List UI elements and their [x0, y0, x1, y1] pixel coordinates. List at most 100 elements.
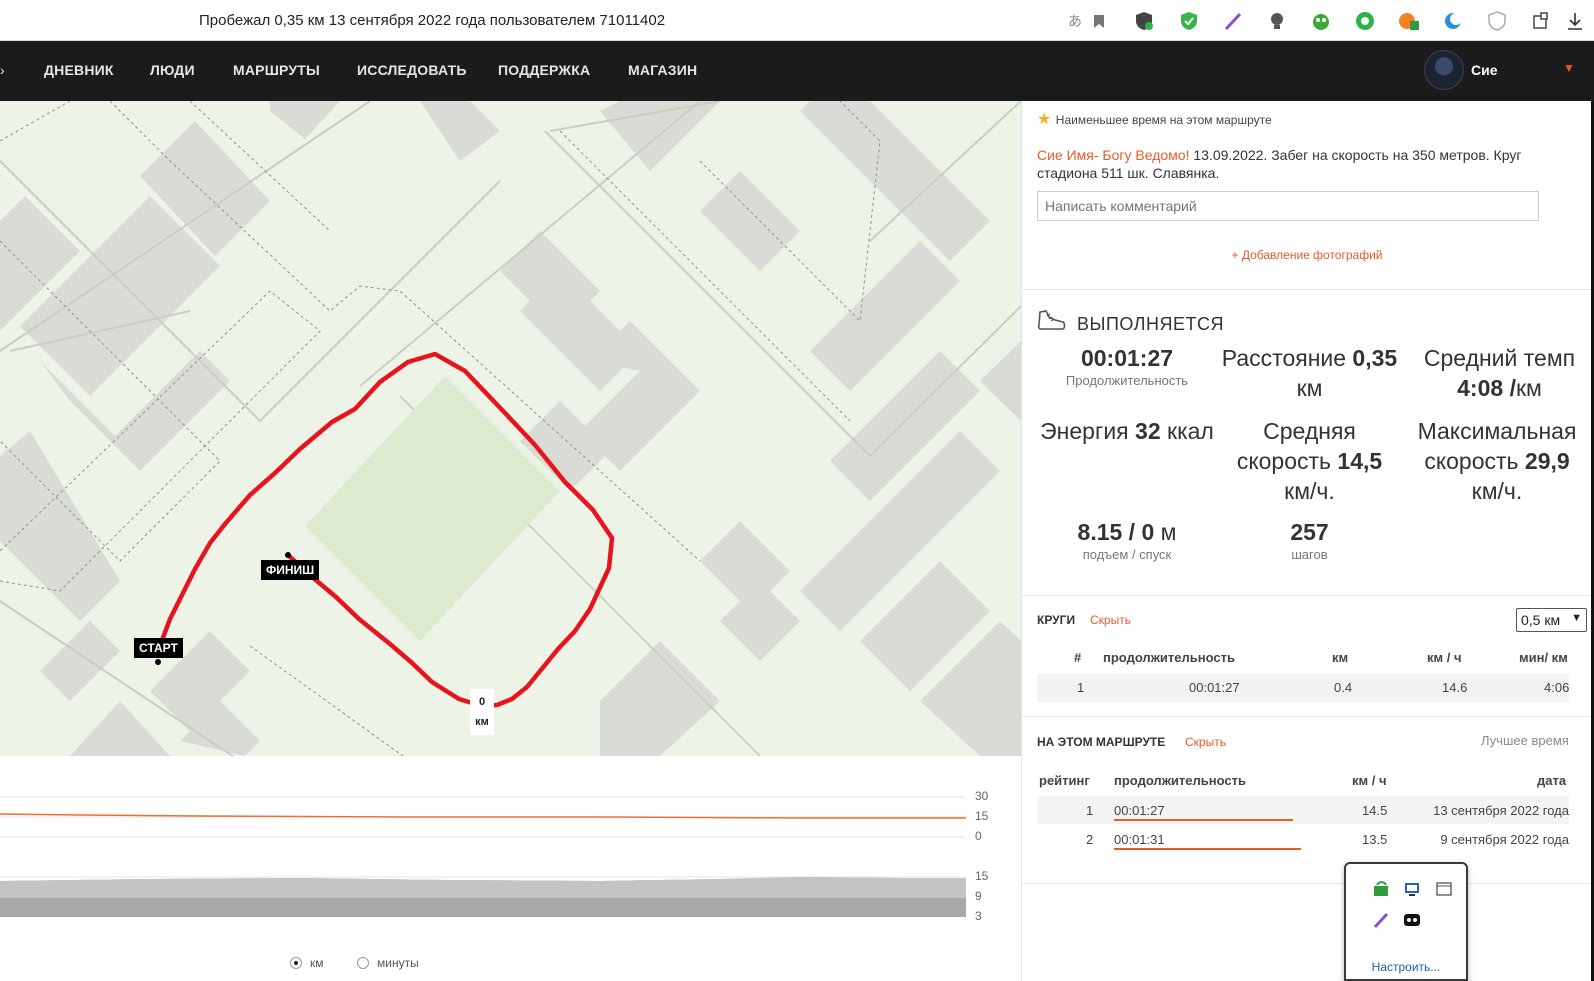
route-row-duration[interactable]: 00:01:27	[1114, 803, 1165, 818]
chevron-down-icon: ▼	[1571, 612, 1582, 624]
tray-window-icon[interactable]	[1434, 879, 1454, 899]
nav-item-shop[interactable]: МАГАЗИН	[628, 62, 697, 78]
stat-elevation: 8.15 / 0 м подъем / спуск	[1037, 517, 1217, 563]
distance-value: 0,35	[1352, 345, 1398, 371]
bulb-icon[interactable]	[1266, 10, 1288, 32]
shoe-icon	[1037, 310, 1066, 330]
translate-icon[interactable]: あ	[1064, 10, 1086, 32]
max-speed-prefix: скорость	[1424, 448, 1525, 474]
finish-pin	[285, 552, 291, 558]
laps-row	[1037, 674, 1569, 702]
route-col-duration: продолжительность	[1114, 773, 1246, 788]
star-icon: ★	[1037, 111, 1052, 128]
stat-avg-pace: Средний темп 4:08 /км	[1407, 343, 1592, 403]
route-map[interactable]: ФИНИШ СТАРТ 0 км	[0, 101, 1021, 756]
x-mode-km[interactable]: км	[290, 956, 324, 970]
elev-axis-15: 15	[975, 869, 989, 883]
tray-refresh-icon[interactable]	[1371, 879, 1391, 899]
site-nav: › ДНЕВНИК ЛЮДИ МАРШРУТЫ ИССЛЕДОВАТЬ ПОДД…	[0, 41, 1594, 101]
divider	[1022, 595, 1592, 596]
start-pin	[155, 659, 161, 665]
avatar[interactable]	[1424, 50, 1464, 90]
km-marker-unit: км	[475, 716, 489, 728]
radio-minutes-label: минуты	[377, 956, 419, 970]
tray-gamepad-icon[interactable]	[1402, 910, 1422, 930]
laps-interval-select[interactable]: 0,5 км ▼	[1516, 608, 1587, 632]
laps-interval-value: 0,5 км	[1521, 612, 1561, 628]
frog-icon[interactable]	[1310, 10, 1332, 32]
route-row-bar	[1114, 819, 1293, 821]
nav-item-people[interactable]: ЛЮДИ	[150, 62, 195, 78]
energy-unit: ккал	[1160, 418, 1214, 444]
user-link[interactable]: Сие Имя- Богу Ведомо!	[1037, 147, 1189, 163]
route-col-rank: рейтинг	[1039, 773, 1090, 788]
speed-axis-15: 15	[975, 809, 989, 823]
duration-label: Продолжительность	[1065, 373, 1189, 388]
laps-col-duration: продолжительность	[1103, 650, 1235, 665]
route-row-duration[interactable]: 00:01:31	[1114, 832, 1165, 847]
avg-pace-unit: км	[1515, 375, 1542, 401]
finish-marker[interactable]: ФИНИШ	[261, 560, 320, 580]
page: Пробежал 0,35 км 13 сентября 2022 года п…	[0, 0, 1594, 981]
shield-check-icon[interactable]	[1133, 10, 1155, 32]
stat-steps: 257 шагов	[1217, 517, 1402, 563]
route-title: НА ЭТОМ МАРШРУТЕ	[1037, 735, 1166, 749]
download-icon[interactable]	[1564, 10, 1586, 32]
best-time-note: ★ Наименьшее время на этом маршруте	[1037, 109, 1272, 129]
tray-popup: Настроить...	[1344, 862, 1468, 981]
route-row-date: 13 сентября 2022 года	[1433, 803, 1569, 818]
laps-col-pace: мин/ км	[1519, 650, 1568, 665]
user-menu-caret[interactable]: ▼	[1563, 61, 1575, 75]
gray-shield-icon[interactable]	[1486, 10, 1508, 32]
radio-km[interactable]	[290, 957, 302, 969]
max-speed-line1: Максимальная	[1417, 418, 1577, 444]
divider	[1022, 716, 1592, 717]
elev-axis-3: 3	[975, 909, 982, 923]
green-circle-icon[interactable]	[1354, 10, 1376, 32]
bookmark-icon[interactable]	[1088, 10, 1110, 32]
laps-hide-link[interactable]: Скрыть	[1090, 613, 1131, 627]
route-col-date: дата	[1537, 773, 1567, 788]
lap-num: 1	[1077, 680, 1085, 695]
avg-pace-label: Средний темп	[1423, 345, 1576, 371]
nav-item-explore[interactable]: ИССЛЕДОВАТЬ	[357, 62, 467, 78]
duration-value: 00:01:27	[1080, 345, 1174, 371]
steps-label: шагов	[1291, 547, 1328, 562]
laps-title: КРУГИ	[1037, 613, 1076, 627]
avg-pace-value: 4:08	[1457, 375, 1504, 401]
km-marker-value: 0	[478, 696, 486, 708]
elev-label: подъем / спуск	[1082, 547, 1172, 562]
orange-badge-icon[interactable]	[1398, 10, 1420, 32]
charts-canvas[interactable]	[0, 756, 1021, 981]
add-photo-link[interactable]: + Добавление фотографий	[1022, 248, 1592, 262]
speed-axis-0: 0	[975, 829, 982, 843]
radio-minutes[interactable]	[357, 957, 369, 969]
elev-unit: м	[1154, 519, 1177, 545]
route-best-time: Лучшее время	[1481, 733, 1569, 748]
tray-configure-link[interactable]: Настроить...	[1346, 960, 1466, 974]
nav-item-routes[interactable]: МАРШРУТЫ	[233, 62, 320, 78]
tray-display-icon[interactable]	[1402, 879, 1422, 899]
elevation-area-top	[0, 877, 966, 898]
nav-scroll-left[interactable]: ›	[0, 62, 5, 78]
activity-charts[interactable]: 30 15 0 15 9 3	[0, 756, 1021, 981]
x-mode-minutes[interactable]: минуты	[357, 956, 419, 970]
energy-value: 32	[1135, 418, 1161, 444]
max-speed-value: 29,9	[1524, 448, 1570, 474]
route-hide-link[interactable]: Скрыть	[1185, 735, 1226, 749]
green-shield-icon[interactable]	[1178, 10, 1200, 32]
elev-value: 8.15 / 0	[1077, 519, 1155, 545]
moon-icon[interactable]	[1442, 10, 1464, 32]
start-marker[interactable]: СТАРТ	[134, 638, 183, 658]
avg-speed-prefix: скорость	[1236, 448, 1338, 474]
distance-prefix: Расстояние	[1221, 345, 1353, 371]
tray-feather-icon[interactable]	[1371, 910, 1391, 930]
km-marker[interactable]: 0 км	[470, 689, 494, 735]
lap-kmh: 14.6	[1442, 680, 1468, 695]
nav-item-diary[interactable]: ДНЕВНИК	[44, 62, 114, 78]
puzzle-icon[interactable]	[1530, 10, 1552, 32]
nav-item-support[interactable]: ПОДДЕРЖКА	[498, 62, 590, 78]
comment-input[interactable]	[1037, 191, 1539, 221]
user-name[interactable]: Сие	[1471, 62, 1498, 78]
feather-icon[interactable]	[1222, 10, 1244, 32]
